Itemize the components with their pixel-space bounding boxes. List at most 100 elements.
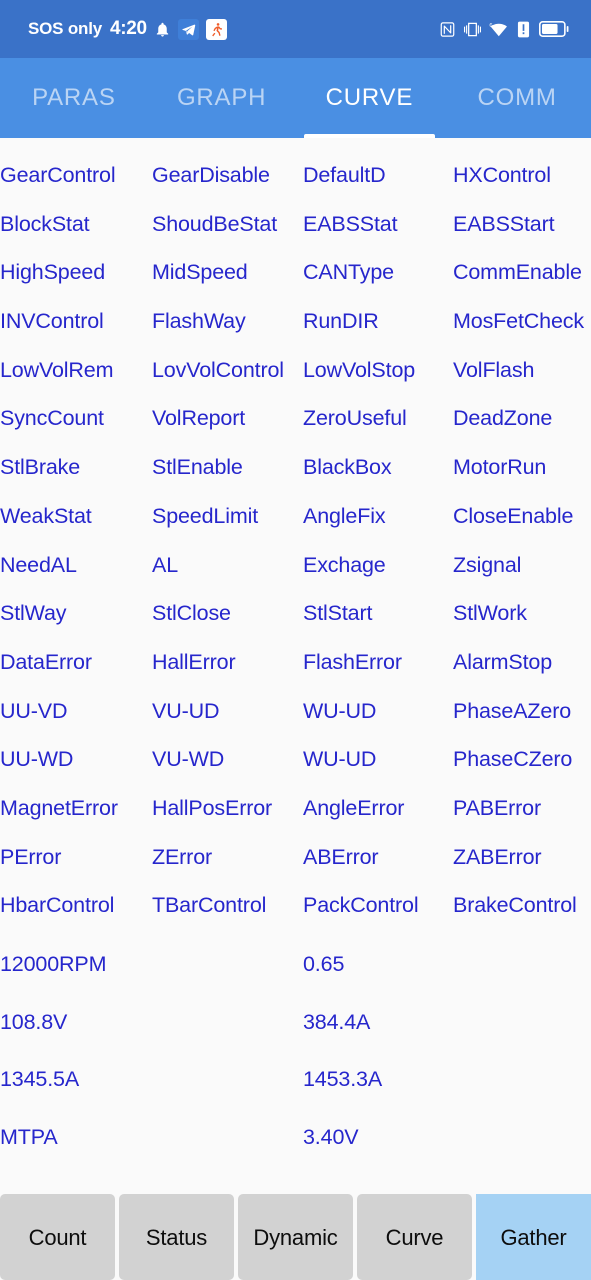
grid-cell[interactable]: PhaseAZero xyxy=(448,698,591,747)
grid-cell-label: HbarControl xyxy=(0,893,115,918)
grid-cell[interactable]: StlEnable xyxy=(150,454,300,503)
grid-cell[interactable]: HXControl xyxy=(448,162,591,211)
grid-cell[interactable]: FlashError xyxy=(300,649,448,698)
value-cell[interactable]: 1453.3A xyxy=(300,1066,591,1124)
grid-cell[interactable]: CloseEnable xyxy=(448,503,591,552)
grid-cell-label: WeakStat xyxy=(0,503,92,528)
grid-cell[interactable]: TBarControl xyxy=(150,892,300,941)
grid-cell-label: ZeroUseful xyxy=(303,406,407,431)
grid-cell[interactable]: GearControl xyxy=(0,162,150,211)
grid-cell[interactable]: LovVolControl xyxy=(150,357,300,406)
grid-cell-label: StlWay xyxy=(0,601,67,626)
clock-label: 4:20 xyxy=(109,18,147,39)
grid-cell[interactable]: MosFetCheck xyxy=(448,308,591,357)
grid-cell[interactable]: EABSStart xyxy=(448,211,591,260)
grid-cell[interactable]: StlWork xyxy=(448,600,591,649)
grid-cell[interactable]: PABError xyxy=(448,795,591,844)
grid-cell[interactable]: HighSpeed xyxy=(0,259,150,308)
grid-cell[interactable]: PhaseCZero xyxy=(448,746,591,795)
grid-cell-label: AlarmStop xyxy=(453,649,553,674)
grid-cell-label: VU-UD xyxy=(152,698,220,723)
grid-cell[interactable]: UU-VD xyxy=(0,698,150,747)
tab-curve[interactable]: CURVE xyxy=(296,58,444,138)
grid-cell[interactable]: PackControl xyxy=(300,892,448,941)
grid-cell[interactable]: BlackBox xyxy=(300,454,448,503)
grid-cell[interactable]: ABError xyxy=(300,844,448,893)
grid-cell[interactable]: WeakStat xyxy=(0,503,150,552)
grid-cell[interactable]: EABSStat xyxy=(300,211,448,260)
grid-cell[interactable]: AngleError xyxy=(300,795,448,844)
grid-cell[interactable]: StlStart xyxy=(300,600,448,649)
value-cell[interactable]: MTPA xyxy=(0,1124,300,1182)
grid-cell[interactable]: VU-WD xyxy=(150,746,300,795)
curve-button[interactable]: Curve xyxy=(357,1194,472,1280)
grid-cell[interactable]: ZError xyxy=(150,844,300,893)
tab-comm[interactable]: COMM xyxy=(443,58,591,138)
grid-cell[interactable]: ZABError xyxy=(448,844,591,893)
grid-cell[interactable]: DefaultD xyxy=(300,162,448,211)
grid-cell-label: PError xyxy=(0,844,62,869)
grid-cell[interactable]: MidSpeed xyxy=(150,259,300,308)
value-cell[interactable]: 384.4A xyxy=(300,1009,591,1067)
grid-cell[interactable]: SyncCount xyxy=(0,405,150,454)
grid-cell-label: StlWork xyxy=(453,601,527,626)
grid-cell[interactable]: DeadZone xyxy=(448,405,591,454)
grid-cell-label: BlackBox xyxy=(303,455,392,480)
grid-cell[interactable]: AlarmStop xyxy=(448,649,591,698)
grid-cell[interactable]: FlashWay xyxy=(150,308,300,357)
grid-cell[interactable]: AL xyxy=(150,552,300,601)
grid-cell[interactable]: INVControl xyxy=(0,308,150,357)
value-cell[interactable]: 108.8V xyxy=(0,1009,300,1067)
grid-cell[interactable]: CommEnable xyxy=(448,259,591,308)
tab-comm-label: COMM xyxy=(477,84,557,111)
grid-cell[interactable]: ShoudBeStat xyxy=(150,211,300,260)
grid-cell[interactable]: AngleFix xyxy=(300,503,448,552)
value-cell[interactable]: 3.40V xyxy=(300,1124,591,1182)
grid-cell[interactable]: CANType xyxy=(300,259,448,308)
dynamic-button[interactable]: Dynamic xyxy=(238,1194,353,1280)
grid-cell[interactable]: VolFlash xyxy=(448,357,591,406)
grid-cell[interactable]: HallPosError xyxy=(150,795,300,844)
grid-cell[interactable]: WU-UD xyxy=(300,746,448,795)
grid-cell[interactable]: DataError xyxy=(0,649,150,698)
value-cell[interactable]: 0.65 xyxy=(300,951,591,1009)
grid-cell[interactable]: HbarControl xyxy=(0,892,150,941)
grid-cell-label: Zsignal xyxy=(453,552,522,577)
grid-cell[interactable]: RunDIR xyxy=(300,308,448,357)
grid-cell-label: ShoudBeStat xyxy=(152,211,278,236)
grid-cell[interactable]: MotorRun xyxy=(448,454,591,503)
grid-cell[interactable]: GearDisable xyxy=(150,162,300,211)
grid-cell[interactable]: Exchage xyxy=(300,552,448,601)
count-button[interactable]: Count xyxy=(0,1194,115,1280)
grid-cell[interactable]: WU-UD xyxy=(300,698,448,747)
grid-cell-label: PhaseAZero xyxy=(453,698,572,723)
grid-cell[interactable]: VU-UD xyxy=(150,698,300,747)
value-cell[interactable]: 1345.5A xyxy=(0,1066,300,1124)
grid-cell-label: DefaultD xyxy=(303,163,386,187)
grid-cell[interactable]: UU-WD xyxy=(0,746,150,795)
tab-graph[interactable]: GRAPH xyxy=(148,58,296,138)
battery-icon xyxy=(539,21,569,37)
grid-cell[interactable]: MagnetError xyxy=(0,795,150,844)
grid-cell[interactable]: LowVolRem xyxy=(0,357,150,406)
tab-paras[interactable]: PARAS xyxy=(0,58,148,138)
grid-cell[interactable]: SpeedLimit xyxy=(150,503,300,552)
value-cell-label: 1345.5A xyxy=(0,1067,80,1091)
grid-cell[interactable]: Zsignal xyxy=(448,552,591,601)
value-cell[interactable]: 12000RPM xyxy=(0,951,300,1009)
alert-icon xyxy=(516,21,531,38)
grid-cell[interactable]: StlClose xyxy=(150,600,300,649)
gather-button[interactable]: Gather xyxy=(476,1194,591,1280)
grid-cell[interactable]: PError xyxy=(0,844,150,893)
grid-cell[interactable]: BlockStat xyxy=(0,211,150,260)
grid-cell[interactable]: BrakeControl xyxy=(448,892,591,941)
grid-cell[interactable]: HallError xyxy=(150,649,300,698)
grid-cell[interactable]: ZeroUseful xyxy=(300,405,448,454)
grid-cell-label: HallError xyxy=(152,649,236,674)
status-button[interactable]: Status xyxy=(119,1194,234,1280)
grid-cell[interactable]: NeedAL xyxy=(0,552,150,601)
grid-cell[interactable]: StlBrake xyxy=(0,454,150,503)
grid-cell[interactable]: VolReport xyxy=(150,405,300,454)
grid-cell[interactable]: LowVolStop xyxy=(300,357,448,406)
grid-cell[interactable]: StlWay xyxy=(0,600,150,649)
